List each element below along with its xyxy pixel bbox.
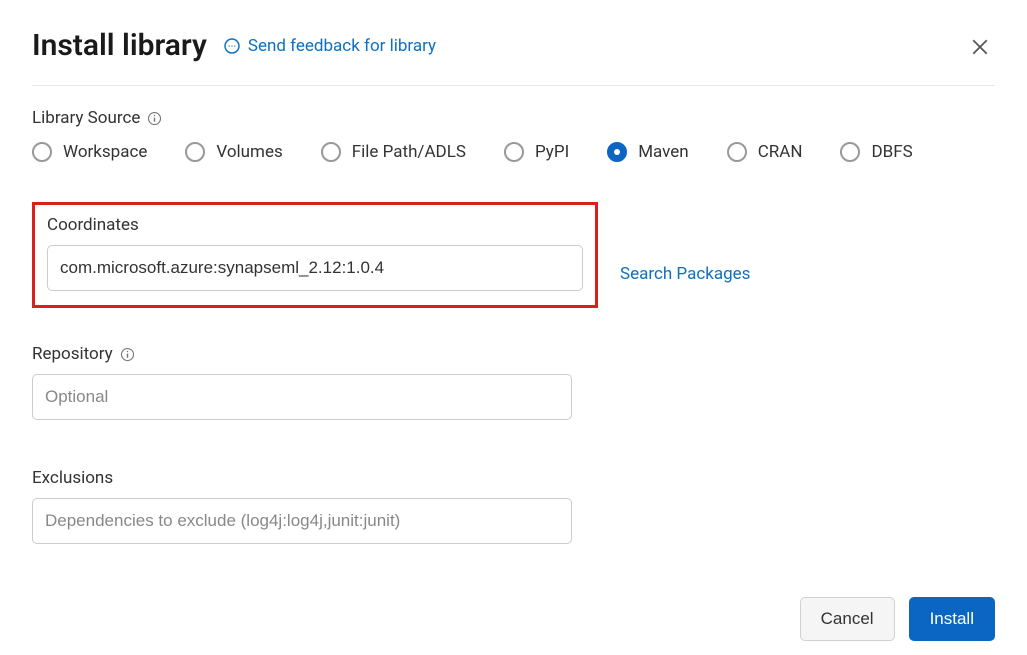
info-icon[interactable] bbox=[120, 347, 135, 362]
radio-cran[interactable]: CRAN bbox=[727, 142, 803, 162]
radio-circle-icon bbox=[504, 142, 524, 162]
cancel-button[interactable]: Cancel bbox=[800, 597, 895, 641]
dialog-header: Install library Send feedback for librar… bbox=[32, 28, 995, 63]
library-source-label: Library Source bbox=[32, 108, 995, 128]
feedback-link-label: Send feedback for library bbox=[248, 36, 436, 56]
radio-label: CRAN bbox=[758, 142, 803, 162]
coordinates-highlight-box: Coordinates bbox=[32, 202, 598, 308]
radio-pypi[interactable]: PyPI bbox=[504, 142, 569, 162]
radio-circle-icon bbox=[321, 142, 341, 162]
radio-dbfs[interactable]: DBFS bbox=[840, 142, 912, 162]
radio-circle-icon bbox=[607, 142, 627, 162]
send-feedback-link[interactable]: Send feedback for library bbox=[223, 36, 436, 56]
exclusions-input[interactable] bbox=[32, 498, 572, 544]
radio-label: Volumes bbox=[216, 142, 282, 162]
header-divider bbox=[32, 85, 995, 86]
radio-label: DBFS bbox=[871, 142, 912, 162]
info-icon[interactable] bbox=[147, 111, 162, 126]
radio-volumes[interactable]: Volumes bbox=[185, 142, 282, 162]
radio-label: File Path/ADLS bbox=[352, 142, 466, 162]
radio-filepath[interactable]: File Path/ADLS bbox=[321, 142, 466, 162]
repository-group: Repository bbox=[32, 344, 995, 420]
radio-label: Workspace bbox=[63, 142, 147, 162]
radio-label: Maven bbox=[638, 142, 689, 162]
dialog-footer: Cancel Install bbox=[800, 597, 995, 641]
repository-label: Repository bbox=[32, 344, 995, 364]
dialog-title: Install library bbox=[32, 28, 207, 63]
coordinates-row: Coordinates Search Packages bbox=[32, 202, 995, 308]
library-source-radio-group: Workspace Volumes File Path/ADLS PyPI Ma… bbox=[32, 142, 995, 162]
radio-circle-icon bbox=[32, 142, 52, 162]
radio-label: PyPI bbox=[535, 142, 569, 162]
exclusions-label: Exclusions bbox=[32, 468, 995, 488]
chat-bubble-icon bbox=[223, 37, 241, 55]
exclusions-group: Exclusions bbox=[32, 468, 995, 544]
install-button[interactable]: Install bbox=[909, 597, 995, 641]
radio-circle-icon bbox=[727, 142, 747, 162]
radio-maven[interactable]: Maven bbox=[607, 142, 689, 162]
radio-circle-icon bbox=[840, 142, 860, 162]
coordinates-input[interactable] bbox=[47, 245, 583, 291]
coordinates-label: Coordinates bbox=[47, 215, 583, 235]
close-button[interactable] bbox=[971, 38, 989, 60]
radio-circle-icon bbox=[185, 142, 205, 162]
search-packages-link[interactable]: Search Packages bbox=[620, 264, 750, 284]
repository-input[interactable] bbox=[32, 374, 572, 420]
radio-workspace[interactable]: Workspace bbox=[32, 142, 147, 162]
